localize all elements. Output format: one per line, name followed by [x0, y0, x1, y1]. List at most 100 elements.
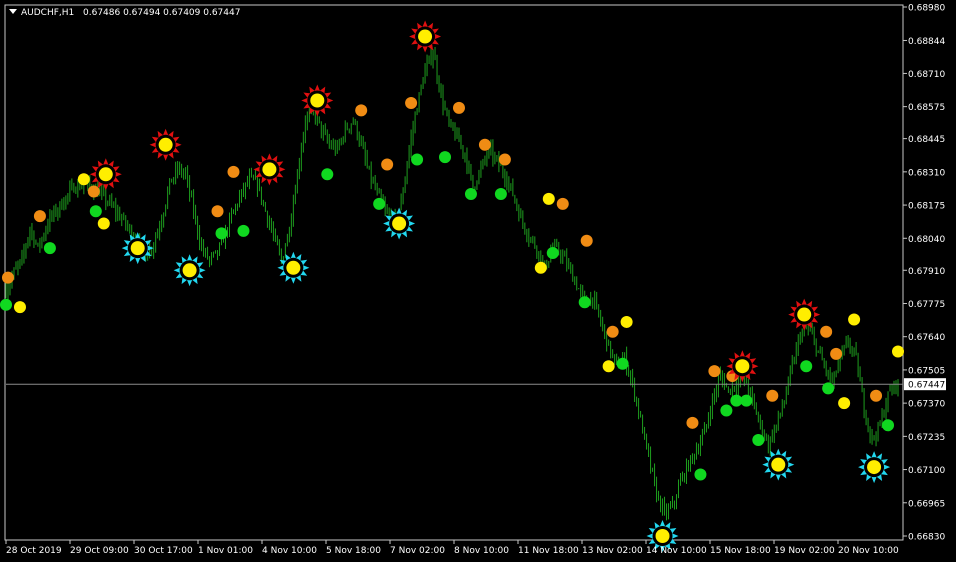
- green-dot-signal-icon: [411, 153, 424, 166]
- green-dot-signal-icon: [494, 187, 507, 200]
- green-dot-signal-icon: [800, 360, 813, 373]
- y-tick-label: 0.68040: [908, 235, 945, 245]
- red-star-signal-icon: [89, 158, 122, 191]
- star-center: [158, 137, 173, 152]
- y-tick-label: 0.68844: [908, 37, 945, 47]
- y-tick-label: 0.67100: [908, 466, 945, 476]
- star-center: [286, 260, 301, 275]
- orange-dot-signal-icon: [870, 389, 883, 402]
- orange-dot-signal-icon: [830, 347, 843, 360]
- symbol-header: AUDCHF,H1 0.67486 0.67494 0.67409 0.6744…: [9, 8, 240, 18]
- x-tick-label: 5 Nov 18:00: [326, 546, 381, 556]
- yellow-dot-signal-icon: [838, 397, 851, 410]
- y-tick-label: 0.68175: [908, 202, 945, 212]
- star-center: [797, 307, 812, 322]
- orange-dot-signal-icon: [498, 153, 511, 166]
- x-tick-label: 29 Oct 09:00: [70, 546, 129, 556]
- ohlc-label: 0.67486 0.67494 0.67409 0.67447: [83, 8, 240, 18]
- yellow-dot-signal-icon: [602, 360, 615, 373]
- dropdown-triangle-icon[interactable]: [9, 9, 17, 14]
- green-dot-signal-icon: [546, 247, 559, 260]
- x-tick-label: 15 Nov 18:00: [710, 546, 771, 556]
- cyan-star-signal-icon: [858, 451, 891, 484]
- price-chart[interactable]: 0.68980 0.68844 0.68710 0.68575 0.68445 0.683…: [0, 0, 956, 558]
- yellow-dot-signal-icon: [77, 173, 90, 186]
- y-tick-label: 0.67775: [908, 300, 945, 310]
- time-axis[interactable]: 28 Oct 2019 29 Oct 09:00 30 Oct 17:00 1 Nov…: [5, 540, 899, 556]
- yellow-dot-signal-icon: [534, 261, 547, 274]
- y-tick-label: 0.67370: [908, 400, 945, 410]
- green-dot-signal-icon: [215, 227, 228, 240]
- green-dot-signal-icon: [464, 187, 477, 200]
- green-dot-signal-icon: [720, 404, 733, 417]
- green-dot-signal-icon: [373, 197, 386, 210]
- x-tick-label: 20 Nov 10:00: [838, 546, 899, 556]
- green-dot-signal-icon: [89, 205, 102, 218]
- star-center: [262, 162, 277, 177]
- current-price-tag-label: 0.67447: [908, 381, 945, 391]
- green-dot-signal-icon: [822, 382, 835, 395]
- star-center: [130, 241, 145, 256]
- x-tick-label: 28 Oct 2019: [6, 546, 62, 556]
- star-center: [655, 529, 670, 543]
- x-tick-label: 30 Oct 17:00: [134, 546, 193, 556]
- red-star-signal-icon: [149, 128, 182, 161]
- orange-dot-signal-icon: [211, 205, 224, 218]
- x-tick-label: 11 Nov 18:00: [518, 546, 579, 556]
- green-dot-signal-icon: [321, 168, 334, 181]
- orange-dot-signal-icon: [405, 96, 418, 109]
- x-tick-label: 1 Nov 01:00: [198, 546, 253, 556]
- green-dot-signal-icon: [43, 242, 56, 255]
- green-dot-signal-icon: [882, 419, 895, 432]
- y-tick-label: 0.66965: [908, 499, 945, 509]
- star-center: [771, 457, 786, 472]
- cyan-star-signal-icon: [121, 232, 154, 265]
- x-tick-label: 13 Nov 02:00: [582, 546, 643, 556]
- current-price-tag: 0.67447: [904, 378, 946, 391]
- x-tick-label: 14 Nov 10:00: [646, 546, 707, 556]
- green-dot-signal-icon: [237, 224, 250, 237]
- price-axis[interactable]: 0.68980 0.68844 0.68710 0.68575 0.68445 0.683…: [903, 4, 945, 543]
- symbol-label: AUDCHF,H1: [21, 8, 74, 18]
- orange-dot-signal-icon: [381, 158, 394, 171]
- chart-window[interactable]: 0.68980 0.68844 0.68710 0.68575 0.68445 0.683…: [0, 0, 956, 558]
- orange-dot-signal-icon: [33, 210, 46, 223]
- star-center: [418, 29, 433, 44]
- orange-dot-signal-icon: [227, 165, 240, 178]
- yellow-dot-signal-icon: [13, 301, 26, 314]
- y-tick-label: 0.66830: [908, 533, 945, 543]
- red-star-signal-icon: [409, 20, 442, 53]
- star-center: [98, 167, 113, 182]
- green-dot-signal-icon: [752, 434, 765, 447]
- yellow-dot-signal-icon: [620, 315, 633, 328]
- yellow-dot-signal-icon: [542, 192, 555, 205]
- cyan-star-signal-icon: [383, 207, 416, 240]
- y-tick-label: 0.67910: [908, 267, 945, 277]
- cyan-star-signal-icon: [277, 251, 310, 284]
- orange-dot-signal-icon: [820, 325, 833, 338]
- yellow-dot-signal-icon: [848, 313, 861, 326]
- orange-dot-signal-icon: [606, 325, 619, 338]
- orange-dot-signal-icon: [478, 138, 491, 151]
- candles-layer: [5, 46, 899, 521]
- red-star-signal-icon: [788, 298, 821, 331]
- orange-dot-signal-icon: [556, 197, 569, 210]
- orange-dot-signal-icon: [686, 416, 699, 429]
- star-center: [182, 263, 197, 278]
- y-tick-label: 0.67505: [908, 366, 945, 376]
- yellow-dot-signal-icon: [892, 345, 905, 358]
- star-center: [867, 460, 882, 475]
- y-tick-label: 0.68980: [908, 4, 945, 14]
- y-tick-label: 0.68710: [908, 70, 945, 80]
- y-tick-label: 0.67640: [908, 333, 945, 343]
- yellow-dot-signal-icon: [97, 217, 110, 230]
- orange-dot-signal-icon: [452, 101, 465, 114]
- green-dot-signal-icon: [694, 468, 707, 481]
- orange-dot-signal-icon: [1, 271, 14, 284]
- orange-dot-signal-icon: [580, 234, 593, 247]
- cyan-star-signal-icon: [173, 254, 206, 287]
- signal-markers-layer: [0, 20, 905, 552]
- x-tick-label: 4 Nov 10:00: [262, 546, 317, 556]
- cyan-star-signal-icon: [762, 448, 795, 481]
- orange-dot-signal-icon: [766, 389, 779, 402]
